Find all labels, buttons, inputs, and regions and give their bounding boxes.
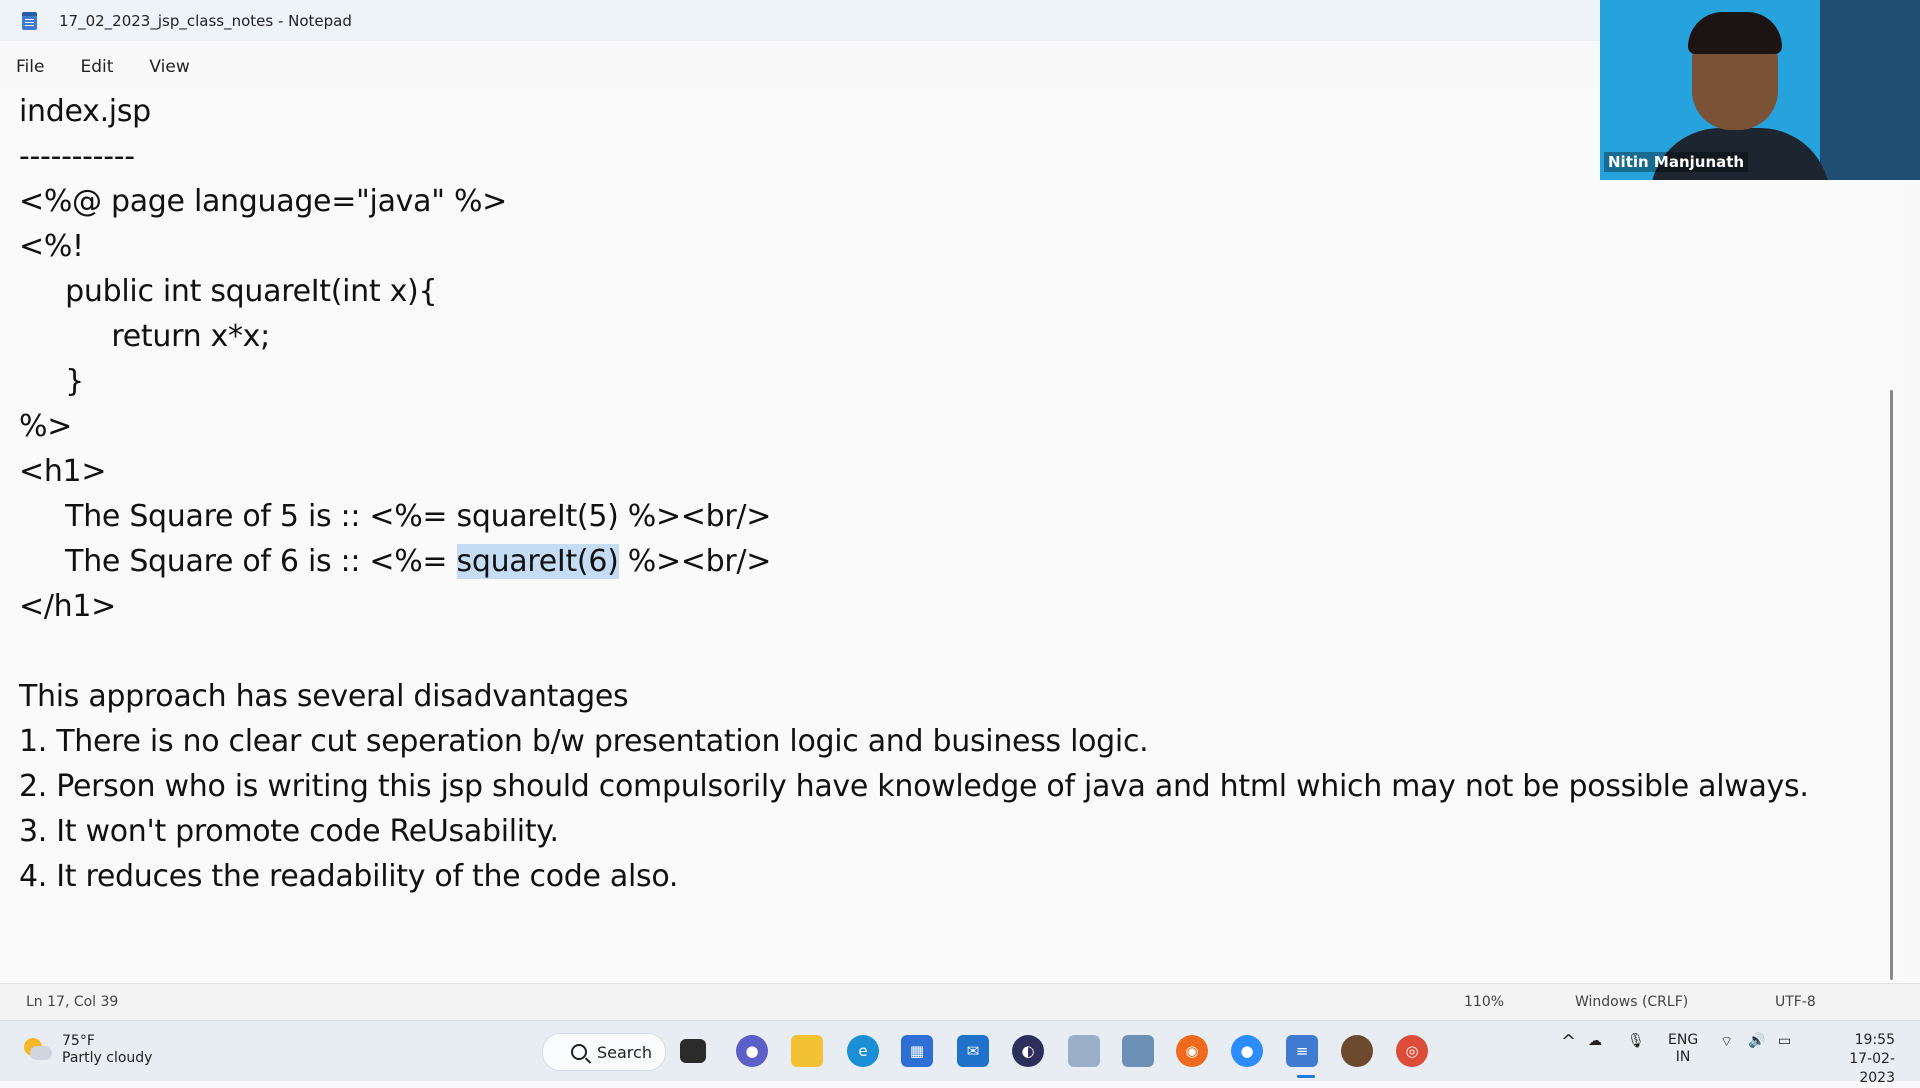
task-view-icon[interactable]: [680, 1039, 706, 1063]
line-ending: Windows (CRLF): [1575, 994, 1689, 1010]
menu-view[interactable]: View: [149, 53, 189, 81]
editor-line: 4. It reduces the readability of the cod…: [19, 859, 679, 894]
zoom-level: 110%: [1464, 994, 1505, 1010]
onedrive-icon[interactable]: ☁: [1588, 1033, 1602, 1049]
editor-line: }: [19, 364, 84, 399]
file-explorer-icon[interactable]: [791, 1035, 823, 1067]
editor-line: The Square of 5 is :: <%= squareIt(5) %>…: [19, 499, 772, 534]
lang-bottom: IN: [1675, 1049, 1691, 1065]
taskbar: 75°F Partly cloudy Search ● e ▦ ✉ ◐ ◉ ● …: [0, 1020, 1920, 1086]
weather-desc: Partly cloudy: [62, 1050, 153, 1066]
weather-temp: 75°F: [62, 1033, 95, 1049]
editor-line: <h1>: [19, 454, 107, 489]
app-icon-2[interactable]: [1341, 1035, 1373, 1067]
store-icon[interactable]: ▦: [901, 1035, 933, 1067]
webcam-overlay: Nitin Manjunath: [1600, 0, 1920, 180]
clock-time: 19:55: [1854, 1032, 1895, 1048]
encoding: UTF-8: [1775, 994, 1816, 1010]
lang-top: ENG: [1668, 1032, 1699, 1048]
clock-date: 17-02-2023: [1849, 1051, 1895, 1086]
chevron-up-icon[interactable]: ^: [1561, 1031, 1576, 1052]
editor-line: </h1>: [19, 589, 116, 624]
window-title: 17_02_2023_jsp_class_notes - Notepad: [59, 11, 352, 30]
editor-line: This approach has several disadvantages: [19, 679, 629, 714]
eclipse-icon[interactable]: ◐: [1012, 1035, 1044, 1067]
zoom-icon[interactable]: ●: [1231, 1035, 1263, 1067]
presenter-name: Nitin Manjunath: [1604, 152, 1749, 172]
menu-file[interactable]: File: [16, 53, 44, 81]
chat-icon[interactable]: ●: [736, 1035, 768, 1067]
edge-browser-icon[interactable]: e: [847, 1035, 879, 1067]
menu-bar: File Edit View: [0, 48, 1600, 86]
editor-line: -----------: [19, 139, 135, 174]
editor-line: public int squareIt(int x){: [19, 274, 438, 309]
webcam-background: [1820, 0, 1920, 180]
microphone-icon[interactable]: 🎙: [1627, 1033, 1645, 1049]
status-bar: Ln 17, Col 39 110% Windows (CRLF) UTF-8: [0, 983, 1920, 1021]
notepad-icon: [22, 11, 37, 30]
notepad-taskbar-icon[interactable]: ≡: [1286, 1035, 1318, 1067]
cursor-position: Ln 17, Col 39: [26, 994, 119, 1010]
taskbar-search[interactable]: Search: [542, 1033, 666, 1071]
app-icon[interactable]: [1068, 1035, 1100, 1067]
battery-icon[interactable]: ▭: [1778, 1033, 1791, 1049]
editor-line: <%!: [19, 229, 84, 264]
mail-icon[interactable]: ✉: [957, 1035, 989, 1067]
editor-line: <%@ page language="java" %>: [19, 184, 507, 219]
snipping-tool-icon[interactable]: [1122, 1035, 1154, 1067]
editor-line: %>: [19, 409, 73, 444]
editor-line: return x*x;: [19, 319, 270, 354]
firefox-icon[interactable]: ◉: [1176, 1035, 1208, 1067]
search-label: Search: [597, 1042, 652, 1062]
line-text-before: The Square of 6 is :: <%=: [19, 544, 457, 579]
active-indicator: [1297, 1075, 1315, 1078]
windows-start-icon[interactable]: [494, 1036, 524, 1066]
editor-line-selected: The Square of 6 is :: <%= squareIt(6) %>…: [19, 544, 771, 580]
chrome-icon[interactable]: ◎: [1396, 1035, 1428, 1067]
editor-line: index.jsp: [19, 94, 151, 129]
editor-line: 3. It won't promote code ReUsability.: [19, 814, 559, 849]
wifi-icon[interactable]: ⌔: [1720, 1033, 1733, 1051]
text-selection[interactable]: squareIt(6): [456, 544, 619, 579]
weather-widget[interactable]: 75°F Partly cloudy: [22, 1033, 152, 1067]
presenter-hair: [1688, 12, 1782, 54]
editor-line: 2. Person who is writing this jsp should…: [19, 769, 1809, 804]
search-icon: [571, 1044, 587, 1060]
text-editor[interactable]: index.jsp ----------- <%@ page language=…: [0, 90, 1900, 980]
editor-line: 1. There is no clear cut seperation b/w …: [19, 724, 1149, 759]
menu-edit[interactable]: Edit: [80, 53, 113, 81]
volume-icon[interactable]: 🔊: [1748, 1033, 1765, 1049]
vertical-scrollbar[interactable]: [1890, 390, 1893, 980]
partly-cloudy-icon: [22, 1036, 54, 1064]
clock[interactable]: 19:55 17-02-2023: [1815, 1031, 1895, 1088]
line-text-after: %><br/>: [618, 544, 772, 579]
